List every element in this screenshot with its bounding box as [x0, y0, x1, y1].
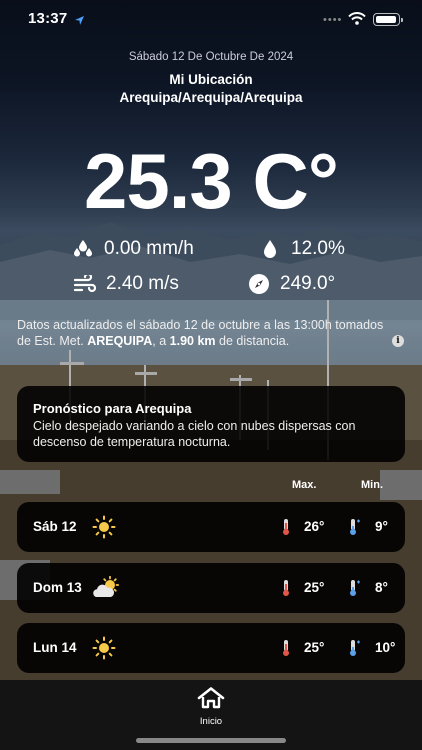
camera-dots-icon: ••••	[323, 14, 343, 26]
update-note: Datos actualizados el sábado 12 de octub…	[17, 318, 384, 348]
wind-speed-metric: 2.40 m/s	[72, 272, 179, 296]
precipitation-metric: 0.00 mm/h	[70, 237, 194, 261]
station-name: AREQUIPA	[87, 333, 153, 348]
day-label: Lun 14	[33, 640, 77, 655]
home-indicator	[136, 738, 286, 743]
max-temperature: 25°	[304, 580, 325, 595]
max-temperature: 25°	[304, 640, 325, 655]
date-label: Sábado 12 De Octubre De 2024	[128, 51, 294, 63]
daily-row[interactable]: Lun 14 25° 10°	[17, 623, 405, 673]
daily-row[interactable]: Sáb 12 26° 9°	[17, 502, 405, 552]
station-distance: 1.90 km	[169, 333, 216, 348]
humidity-value: 12.0%	[291, 238, 345, 259]
water-drop-icon	[257, 238, 283, 260]
battery-icon	[373, 13, 403, 26]
min-temperature: 9°	[375, 519, 388, 534]
thermometer-cold-icon	[347, 518, 361, 541]
wind-direction-metric: 249.0°	[246, 272, 335, 296]
thermometer-cold-icon	[347, 579, 361, 602]
tab-home[interactable]: Inicio	[188, 683, 234, 727]
partly-cloudy-icon	[92, 575, 122, 605]
max-temperature: 26°	[304, 519, 325, 534]
location-name: Arequipa/Arequipa/Arequipa	[119, 90, 303, 105]
location-arrow-icon	[74, 13, 85, 31]
thermometer-hot-icon	[280, 518, 292, 541]
wifi-icon	[348, 12, 366, 30]
rain-drops-icon	[70, 238, 96, 260]
sun-icon	[92, 636, 116, 665]
max-header: Max.	[292, 479, 317, 491]
tab-home-label: Inicio	[199, 716, 223, 727]
humidity-metric: 12.0%	[257, 237, 345, 261]
wind-speed-value: 2.40 m/s	[106, 273, 179, 294]
thermometer-hot-icon	[280, 639, 292, 662]
thermometer-hot-icon	[280, 579, 292, 602]
wind-icon	[72, 273, 98, 295]
day-label: Dom 13	[33, 580, 82, 595]
wind-direction-value: 249.0°	[280, 273, 336, 294]
compass-icon	[246, 273, 272, 295]
thermometer-cold-icon	[347, 639, 361, 662]
forecast-card: Pronóstico para Arequipa Cielo despejado…	[17, 386, 405, 462]
precipitation-value: 0.00 mm/h	[104, 238, 194, 259]
sun-icon	[92, 515, 116, 544]
status-bar: 13:37 ••••	[0, 10, 422, 30]
forecast-title: Pronóstico para Arequipa	[33, 401, 192, 416]
info-icon[interactable]: i	[392, 335, 404, 347]
daily-row[interactable]: Dom 13 25° 8°	[17, 563, 405, 613]
forecast-description: Cielo despejado variando a cielo con nub…	[33, 419, 356, 449]
location-title: Mi Ubicación	[169, 72, 253, 87]
day-label: Sáb 12	[33, 519, 77, 534]
home-icon	[188, 687, 234, 714]
status-time: 13:37	[28, 10, 68, 27]
min-header: Min.	[361, 479, 383, 491]
min-temperature: 8°	[375, 580, 388, 595]
current-temperature: 25.3 C°	[83, 137, 339, 225]
min-temperature: 10°	[375, 640, 396, 655]
